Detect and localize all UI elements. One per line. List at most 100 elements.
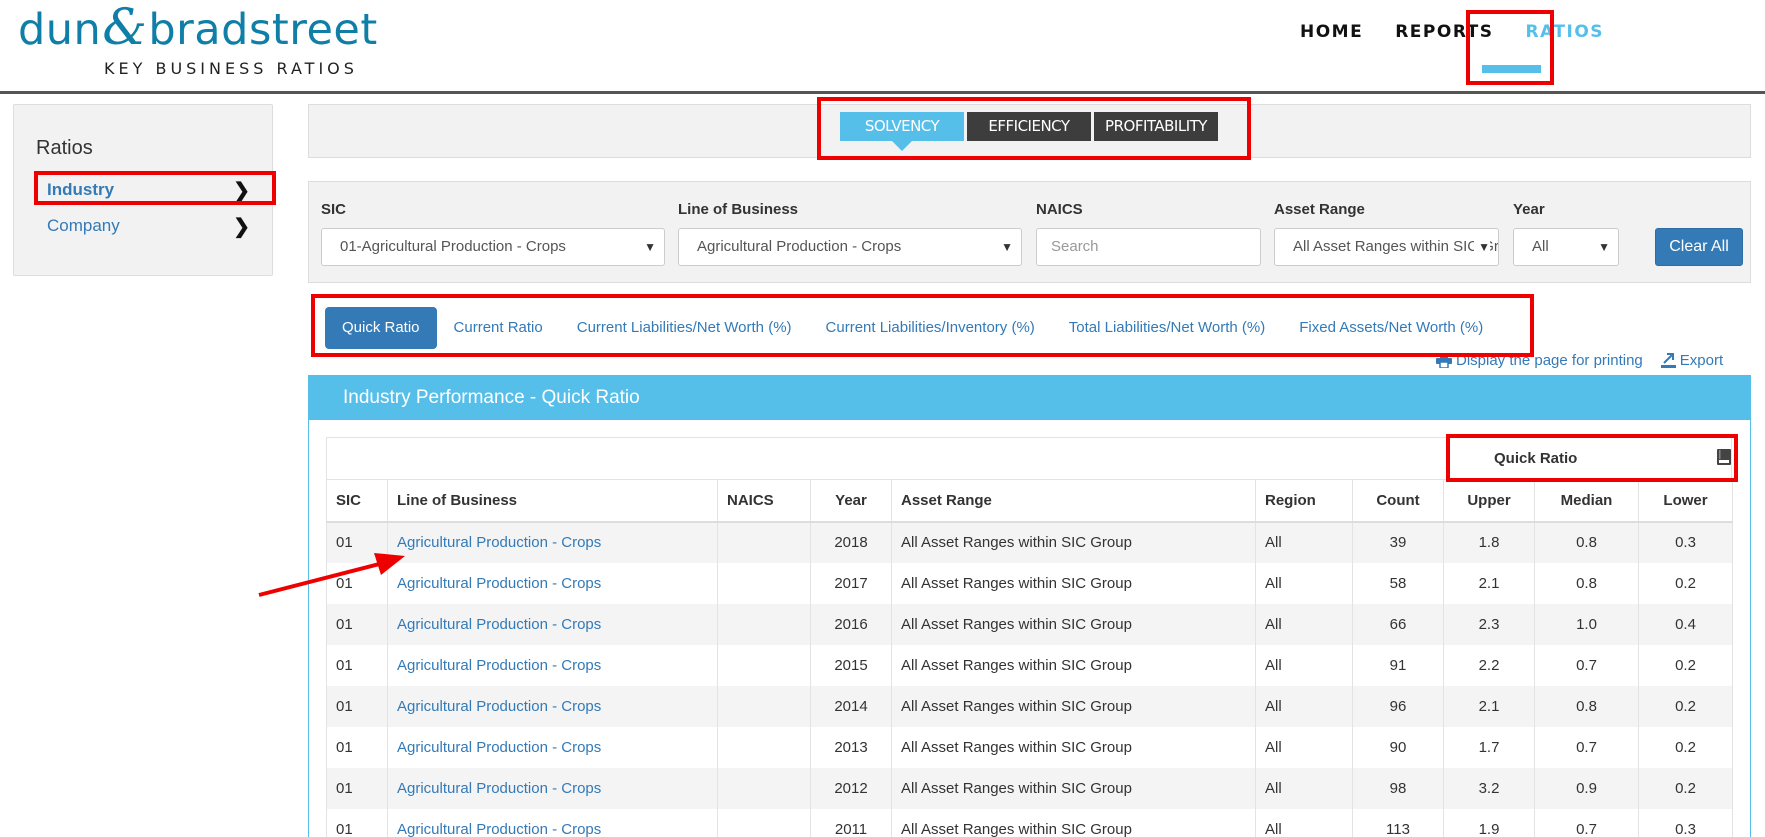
- table-row: 01 Agricultural Production - Crops 2014 …: [326, 685, 1733, 727]
- cell-naics: [717, 808, 811, 837]
- tab-current-liabilities-inventory[interactable]: Current Liabilities/Inventory (%): [809, 307, 1052, 349]
- cell-count: 58: [1352, 562, 1444, 604]
- table-row: 01 Agricultural Production - Crops 2012 …: [326, 767, 1733, 809]
- col-upper[interactable]: Upper: [1443, 479, 1535, 523]
- sidebar-title: Ratios: [36, 137, 93, 159]
- cell-count: 113: [1352, 808, 1444, 837]
- cell-region: All: [1255, 603, 1353, 645]
- table-body: 01 Agricultural Production - Crops 2018 …: [326, 521, 1733, 837]
- cell-naics: [717, 685, 811, 727]
- col-year[interactable]: Year: [810, 479, 892, 523]
- cell-line-of-business-link[interactable]: Agricultural Production - Crops: [387, 603, 718, 645]
- cell-lower: 0.2: [1638, 726, 1733, 768]
- year-label: Year: [1513, 201, 1545, 218]
- export-link[interactable]: Export: [1660, 352, 1724, 369]
- cell-region: All: [1255, 562, 1353, 604]
- table-row: 01 Agricultural Production - Crops 2013 …: [326, 726, 1733, 768]
- panel-title: Industry Performance - Quick Ratio: [309, 376, 1750, 420]
- cell-median: 0.7: [1534, 726, 1639, 768]
- table-row: 01 Agricultural Production - Crops 2011 …: [326, 808, 1733, 837]
- cell-line-of-business-link[interactable]: Agricultural Production - Crops: [387, 808, 718, 837]
- cell-upper: 3.2: [1443, 767, 1535, 809]
- col-line-of-business[interactable]: Line of Business: [387, 479, 718, 523]
- cell-median: 0.8: [1534, 562, 1639, 604]
- quick-ratio-group-header: Quick Ratio: [326, 437, 1732, 479]
- cell-line-of-business-link[interactable]: Agricultural Production - Crops: [387, 644, 718, 686]
- cell-line-of-business-link[interactable]: Agricultural Production - Crops: [387, 562, 718, 604]
- col-lower[interactable]: Lower: [1638, 479, 1733, 523]
- top-nav: HOME REPORTS RATIOS: [1300, 22, 1636, 42]
- tab-quick-ratio[interactable]: Quick Ratio: [325, 307, 437, 349]
- cell-line-of-business-link[interactable]: Agricultural Production - Crops: [387, 767, 718, 809]
- cell-year: 2012: [810, 767, 892, 809]
- ratio-table-wrapper: Quick Ratio SIC Line of Business NAICS Y…: [326, 437, 1733, 837]
- col-sic[interactable]: SIC: [326, 479, 388, 523]
- page-actions: Display the page for printing Export: [1436, 352, 1741, 369]
- print-link[interactable]: Display the page for printing: [1436, 352, 1643, 369]
- cell-asset-range: All Asset Ranges within SIC Group: [891, 562, 1256, 604]
- col-naics[interactable]: NAICS: [717, 479, 811, 523]
- logo[interactable]: dun&bradstreet KEY BUSINESS RATIOS: [18, 2, 378, 78]
- table-header-row: SIC Line of Business NAICS Year Asset Ra…: [326, 479, 1733, 523]
- printer-icon: [1436, 353, 1452, 368]
- cell-lower: 0.4: [1638, 603, 1733, 645]
- cell-sic: 01: [326, 603, 388, 645]
- asset-range-select[interactable]: All Asset Ranges within SIC Group ▼: [1274, 228, 1499, 266]
- tab-current-ratio[interactable]: Current Ratio: [437, 307, 560, 349]
- col-region[interactable]: Region: [1255, 479, 1353, 523]
- cell-lower: 0.2: [1638, 685, 1733, 727]
- cell-sic: 01: [326, 644, 388, 686]
- cell-line-of-business-link[interactable]: Agricultural Production - Crops: [387, 726, 718, 768]
- table-row: 01 Agricultural Production - Crops 2018 …: [326, 521, 1733, 563]
- col-count[interactable]: Count: [1352, 479, 1444, 523]
- quick-ratio-group-title: Quick Ratio: [1494, 450, 1578, 467]
- sidebar-item-industry[interactable]: Industry ❯: [47, 180, 252, 202]
- sidebar-item-company[interactable]: Company ❯: [47, 216, 252, 238]
- industry-performance-panel: Industry Performance - Quick Ratio Quick…: [308, 375, 1751, 837]
- tab-fixed-assets-net-worth[interactable]: Fixed Assets/Net Worth (%): [1282, 307, 1500, 349]
- cell-year: 2014: [810, 685, 892, 727]
- caret-down-icon: ▼: [1474, 229, 1490, 265]
- cell-sic: 01: [326, 808, 388, 837]
- cell-count: 98: [1352, 767, 1444, 809]
- cell-region: All: [1255, 521, 1353, 563]
- caret-down-icon: ▼: [1598, 240, 1610, 254]
- cell-asset-range: All Asset Ranges within SIC Group: [891, 603, 1256, 645]
- nav-home[interactable]: HOME: [1300, 22, 1363, 42]
- export-link-label: Export: [1679, 352, 1724, 369]
- tab-profitability[interactable]: PROFITABILITY: [1094, 112, 1218, 141]
- cell-lower: 0.2: [1638, 767, 1733, 809]
- logo-ampersand: &: [102, 0, 148, 56]
- col-asset-range[interactable]: Asset Range: [891, 479, 1256, 523]
- sidebar-item-label: Industry: [47, 180, 115, 199]
- sic-select[interactable]: 01-Agricultural Production - Crops ▼: [321, 228, 665, 266]
- lob-select[interactable]: Agricultural Production - Crops ▼: [678, 228, 1022, 266]
- sidebar-item-label: Company: [47, 216, 120, 235]
- book-icon[interactable]: [1717, 449, 1731, 465]
- nav-ratios[interactable]: RATIOS: [1526, 22, 1605, 42]
- cell-line-of-business-link[interactable]: Agricultural Production - Crops: [387, 521, 718, 563]
- table-row: 01 Agricultural Production - Crops 2017 …: [326, 562, 1733, 604]
- cell-count: 96: [1352, 685, 1444, 727]
- cell-naics: [717, 767, 811, 809]
- col-median[interactable]: Median: [1534, 479, 1639, 523]
- cell-year: 2013: [810, 726, 892, 768]
- cell-sic: 01: [326, 767, 388, 809]
- naics-search-input[interactable]: Search: [1036, 228, 1261, 266]
- cell-median: 0.7: [1534, 644, 1639, 686]
- cell-region: All: [1255, 644, 1353, 686]
- tab-total-liabilities-net-worth[interactable]: Total Liabilities/Net Worth (%): [1052, 307, 1282, 349]
- print-link-label: Display the page for printing: [1456, 352, 1643, 369]
- nav-reports[interactable]: REPORTS: [1395, 22, 1493, 42]
- year-select[interactable]: All ▼: [1513, 228, 1619, 266]
- cell-line-of-business-link[interactable]: Agricultural Production - Crops: [387, 685, 718, 727]
- cell-upper: 1.7: [1443, 726, 1535, 768]
- clear-all-button[interactable]: Clear All: [1655, 228, 1743, 266]
- cell-year: 2017: [810, 562, 892, 604]
- cell-region: All: [1255, 808, 1353, 837]
- logo-part2: bradstreet: [148, 5, 378, 55]
- tab-efficiency[interactable]: EFFICIENCY: [967, 112, 1091, 141]
- tab-current-liabilities-net-worth[interactable]: Current Liabilities/Net Worth (%): [560, 307, 809, 349]
- cell-sic: 01: [326, 726, 388, 768]
- tab-solvency[interactable]: SOLVENCY: [840, 112, 964, 151]
